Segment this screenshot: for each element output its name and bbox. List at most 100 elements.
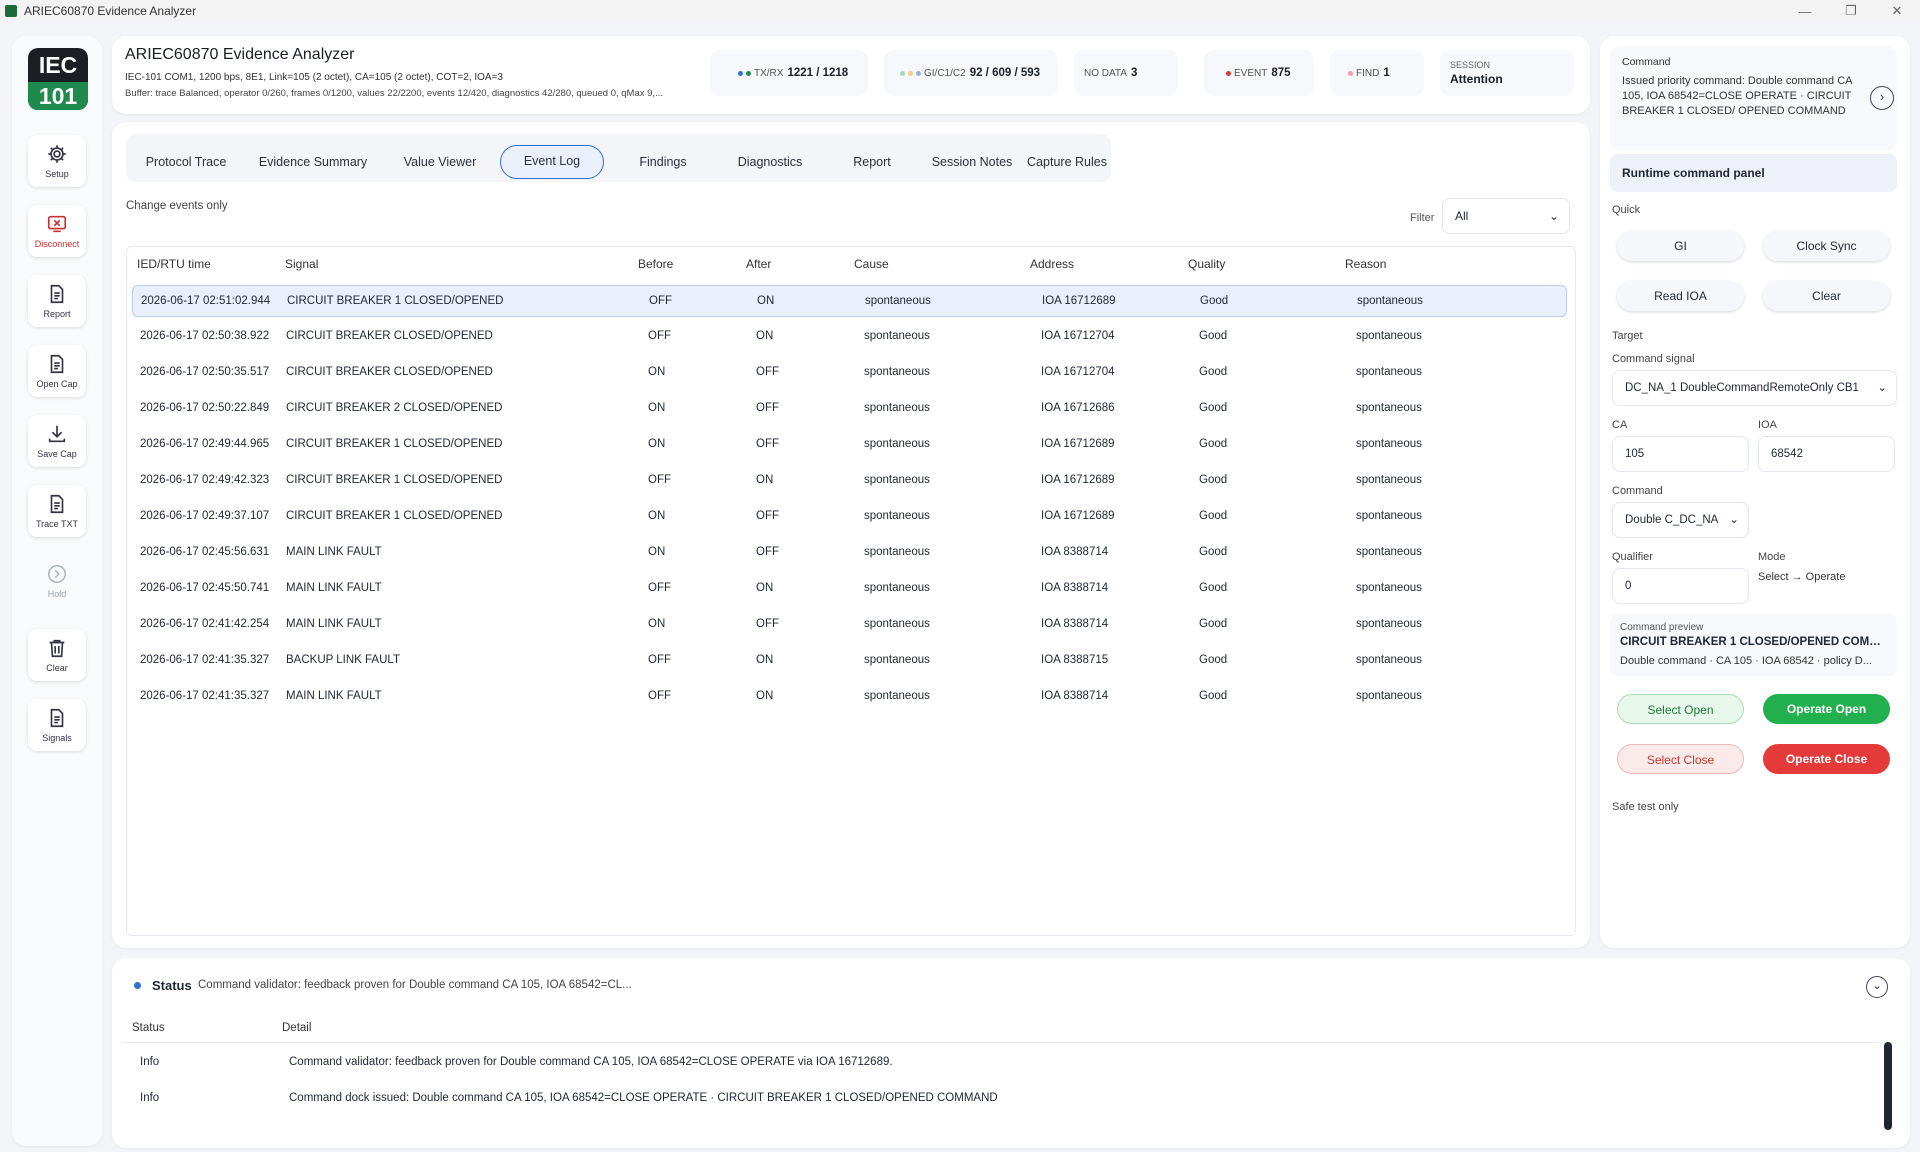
rx-dot xyxy=(746,70,751,76)
tab-capture-rules[interactable]: Capture Rules xyxy=(1024,145,1110,179)
gi-button[interactable]: GI xyxy=(1617,231,1744,261)
cell-signal: CIRCUIT BREAKER CLOSED/OPENED xyxy=(286,330,493,342)
cell-quality: Good xyxy=(1199,618,1228,630)
cell-signal: CIRCUIT BREAKER 1 CLOSED/OPENED xyxy=(287,295,504,307)
cell-before: OFF xyxy=(649,295,672,307)
filter-label: Filter xyxy=(1410,212,1435,224)
hold-label: Hold xyxy=(47,589,67,599)
trace-txt-button[interactable]: Trace TXT xyxy=(28,485,86,537)
col-before[interactable]: Before xyxy=(638,257,673,271)
table-row[interactable]: 2026-06-17 02:41:42.254 MAIN LINK FAULT ON… xyxy=(132,609,1567,641)
minimize-button[interactable]: — xyxy=(1782,4,1828,19)
col-signal[interactable]: Signal xyxy=(285,257,318,271)
cell-before: OFF xyxy=(648,330,671,342)
cell-reason: spontaneous xyxy=(1357,295,1423,307)
cell-address: IOA 16712689 xyxy=(1041,510,1115,522)
col-quality[interactable]: Quality xyxy=(1188,257,1225,271)
gi-chip: GI/C1/C2 92 / 609 / 593 xyxy=(884,50,1058,96)
tab-report[interactable]: Report xyxy=(832,145,912,179)
cell-before: OFF xyxy=(648,654,671,666)
arrow-right-icon[interactable]: › xyxy=(1870,86,1894,110)
status-title: Status xyxy=(152,978,192,993)
tab-protocol-trace[interactable]: Protocol Trace xyxy=(134,145,238,179)
chevron-down-icon[interactable]: ⌄ xyxy=(1866,976,1888,998)
cell-address: IOA 8388715 xyxy=(1041,654,1109,666)
clock-sync-button[interactable]: Clock Sync xyxy=(1763,231,1890,261)
cell-quality: Good xyxy=(1200,295,1229,307)
tab-value-viewer[interactable]: Value Viewer xyxy=(390,145,490,179)
quick-clear-button[interactable]: Clear xyxy=(1763,281,1890,311)
event-value: 875 xyxy=(1271,67,1291,79)
table-row[interactable]: 2026-06-17 02:50:35.517 CIRCUIT BREAKER C… xyxy=(132,357,1567,389)
cell-reason: spontaneous xyxy=(1356,654,1422,666)
status-panel: Status Command validator: feedback prove… xyxy=(112,958,1910,1148)
tab-event-log[interactable]: Event Log xyxy=(500,145,604,179)
col-address[interactable]: Address xyxy=(1030,257,1074,271)
cell-reason: spontaneous xyxy=(1356,474,1422,486)
cell-time: 2026-06-17 02:41:42.254 xyxy=(140,618,270,630)
table-row[interactable]: 2026-06-17 02:51:02.944 CIRCUIT BREAKER 1… xyxy=(132,285,1567,317)
cell-cause: spontaneous xyxy=(864,330,930,342)
cell-time: 2026-06-17 02:49:42.323 xyxy=(140,474,270,486)
operate-close-button[interactable]: Operate Close xyxy=(1763,744,1890,774)
table-row[interactable]: 2026-06-17 02:45:50.741 MAIN LINK FAULT OF… xyxy=(132,573,1567,605)
col-time[interactable]: IED/RTU time xyxy=(137,257,211,271)
cell-time: 2026-06-17 02:51:02.944 xyxy=(141,295,271,307)
chevron-down-icon: ⌄ xyxy=(1874,371,1887,405)
col-reason[interactable]: Reason xyxy=(1345,257,1386,271)
save-cap-button[interactable]: Save Cap xyxy=(28,415,86,467)
left-rail: IEC 101 Setup Disconnect Report Open Cap… xyxy=(12,36,102,1146)
event-chip: EVENT 875 xyxy=(1204,50,1314,96)
tab-session-notes[interactable]: Session Notes xyxy=(922,145,1022,179)
table-row[interactable]: 2026-06-17 02:49:44.965 CIRCUIT BREAKER 1… xyxy=(132,429,1567,461)
status-scrollbar[interactable] xyxy=(1884,1042,1892,1130)
close-window-button[interactable]: ✕ xyxy=(1874,3,1920,19)
tab-diagnostics[interactable]: Diagnostics xyxy=(720,145,820,179)
cell-before: ON xyxy=(648,438,666,450)
select-close-button[interactable]: Select Close xyxy=(1617,744,1744,774)
read-ioa-button[interactable]: Read IOA xyxy=(1617,281,1744,311)
cell-signal: CIRCUIT BREAKER CLOSED/OPENED xyxy=(286,366,493,378)
ioa-input[interactable]: 68542 xyxy=(1758,436,1895,472)
signals-button[interactable]: Signals xyxy=(28,699,86,751)
command-type-select[interactable]: Double C_DC_NA ⌄ xyxy=(1612,502,1749,538)
cell-signal: CIRCUIT BREAKER 1 CLOSED/OPENED xyxy=(286,474,503,486)
table-row[interactable]: 2026-06-17 02:49:37.107 CIRCUIT BREAKER 1… xyxy=(132,501,1567,533)
open-cap-button[interactable]: Open Cap xyxy=(28,345,86,397)
runtime-panel-header: Runtime command panel xyxy=(1610,154,1897,192)
report-button[interactable]: Report xyxy=(28,275,86,327)
cell-cause: spontaneous xyxy=(864,510,930,522)
cell-before: ON xyxy=(648,618,666,630)
ca-input[interactable]: 105 xyxy=(1612,436,1749,472)
cell-signal: CIRCUIT BREAKER 1 CLOSED/OPENED xyxy=(286,438,503,450)
command-signal-select[interactable]: DC_NA_1 DoubleCommandRemoteOnly CB1 ⌄ xyxy=(1612,370,1897,406)
table-row[interactable]: 2026-06-17 02:41:35.327 MAIN LINK FAULT OF… xyxy=(132,681,1567,713)
table-row[interactable]: 2026-06-17 02:50:38.922 CIRCUIT BREAKER C… xyxy=(132,321,1567,353)
table-row[interactable]: 2026-06-17 02:50:22.849 CIRCUIT BREAKER 2… xyxy=(132,393,1567,425)
cell-reason: spontaneous xyxy=(1356,618,1422,630)
cell-address: IOA 8388714 xyxy=(1041,582,1109,594)
cell-time: 2026-06-17 02:49:44.965 xyxy=(140,438,270,450)
hold-button[interactable]: Hold xyxy=(28,555,86,607)
disconnect-button[interactable]: Disconnect xyxy=(28,205,86,257)
qualifier-input[interactable]: 0 xyxy=(1612,568,1749,604)
session-status: Attention xyxy=(1450,72,1503,86)
tab-evidence-summary[interactable]: Evidence Summary xyxy=(248,145,378,179)
maximize-button[interactable]: ❐ xyxy=(1828,3,1874,19)
cell-address: IOA 16712689 xyxy=(1041,438,1115,450)
table-row[interactable]: 2026-06-17 02:49:42.323 CIRCUIT BREAKER 1… xyxy=(132,465,1567,497)
mode-value: Select → Operate xyxy=(1758,571,1846,583)
col-cause[interactable]: Cause xyxy=(854,257,889,271)
table-row[interactable]: 2026-06-17 02:45:56.631 MAIN LINK FAULT ON… xyxy=(132,537,1567,569)
document-icon xyxy=(50,354,64,374)
col-after[interactable]: After xyxy=(746,257,771,271)
table-row[interactable]: 2026-06-17 02:41:35.327 BACKUP LINK FAULT… xyxy=(132,645,1567,677)
operate-open-button[interactable]: Operate Open xyxy=(1763,694,1890,724)
setup-button[interactable]: Setup xyxy=(28,135,86,187)
select-open-button[interactable]: Select Open xyxy=(1617,694,1744,724)
chevron-down-icon: ⌄ xyxy=(1726,503,1739,537)
tab-findings[interactable]: Findings xyxy=(618,145,708,179)
clear-button[interactable]: Clear xyxy=(28,629,86,681)
filter-select[interactable]: All ⌄ xyxy=(1442,198,1570,234)
document-icon xyxy=(50,284,64,304)
